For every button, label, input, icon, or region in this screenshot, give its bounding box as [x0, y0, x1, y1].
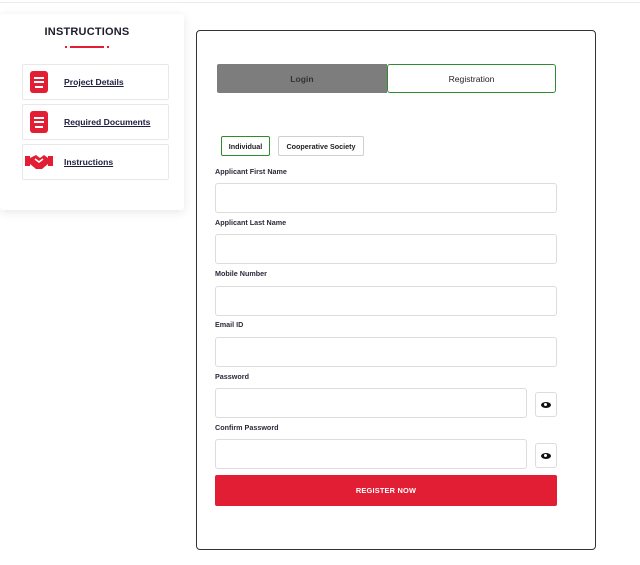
- register-now-button[interactable]: REGISTER NOW: [215, 475, 557, 506]
- last-name-label: Applicant Last Name: [215, 218, 287, 227]
- handshake-icon: [23, 145, 55, 179]
- eye-icon: [541, 401, 551, 408]
- cooperative-society-option[interactable]: Cooperative Society: [278, 136, 364, 156]
- sidebar-title: INSTRUCTIONS: [44, 26, 130, 38]
- top-divider: [0, 2, 640, 3]
- sidebar-item-label[interactable]: Required Documents: [64, 117, 150, 127]
- last-name-input[interactable]: [215, 234, 557, 264]
- individual-option[interactable]: Individual: [221, 136, 270, 156]
- first-name-input[interactable]: [215, 183, 557, 213]
- instructions-sidebar: INSTRUCTIONS Project Details Required Do…: [0, 14, 184, 210]
- book-icon: [23, 65, 55, 99]
- sidebar-item-project-details[interactable]: Project Details: [22, 64, 169, 100]
- tab-login[interactable]: Login: [217, 64, 387, 93]
- sidebar-title-underline: [65, 46, 109, 48]
- password-label: Password: [215, 372, 249, 381]
- sidebar-item-required-documents[interactable]: Required Documents: [22, 104, 169, 140]
- mobile-number-label: Mobile Number: [215, 269, 267, 278]
- toggle-confirm-password-visibility-button[interactable]: [535, 443, 557, 468]
- toggle-password-visibility-button[interactable]: [535, 392, 557, 417]
- first-name-label: Applicant First Name: [215, 167, 287, 176]
- mobile-number-input[interactable]: [215, 286, 557, 316]
- tab-registration[interactable]: Registration: [387, 64, 556, 93]
- sidebar-item-label[interactable]: Project Details: [64, 77, 124, 87]
- password-input[interactable]: [215, 388, 527, 418]
- email-input[interactable]: [215, 337, 557, 367]
- email-label: Email ID: [215, 320, 244, 329]
- confirm-password-label: Confirm Password: [215, 423, 279, 432]
- eye-icon: [541, 452, 551, 459]
- sidebar-item-instructions[interactable]: Instructions: [22, 144, 169, 180]
- registration-card: Login Registration Individual Cooperativ…: [196, 30, 596, 550]
- confirm-password-input[interactable]: [215, 439, 527, 469]
- book-icon: [23, 105, 55, 139]
- sidebar-item-label[interactable]: Instructions: [64, 157, 113, 167]
